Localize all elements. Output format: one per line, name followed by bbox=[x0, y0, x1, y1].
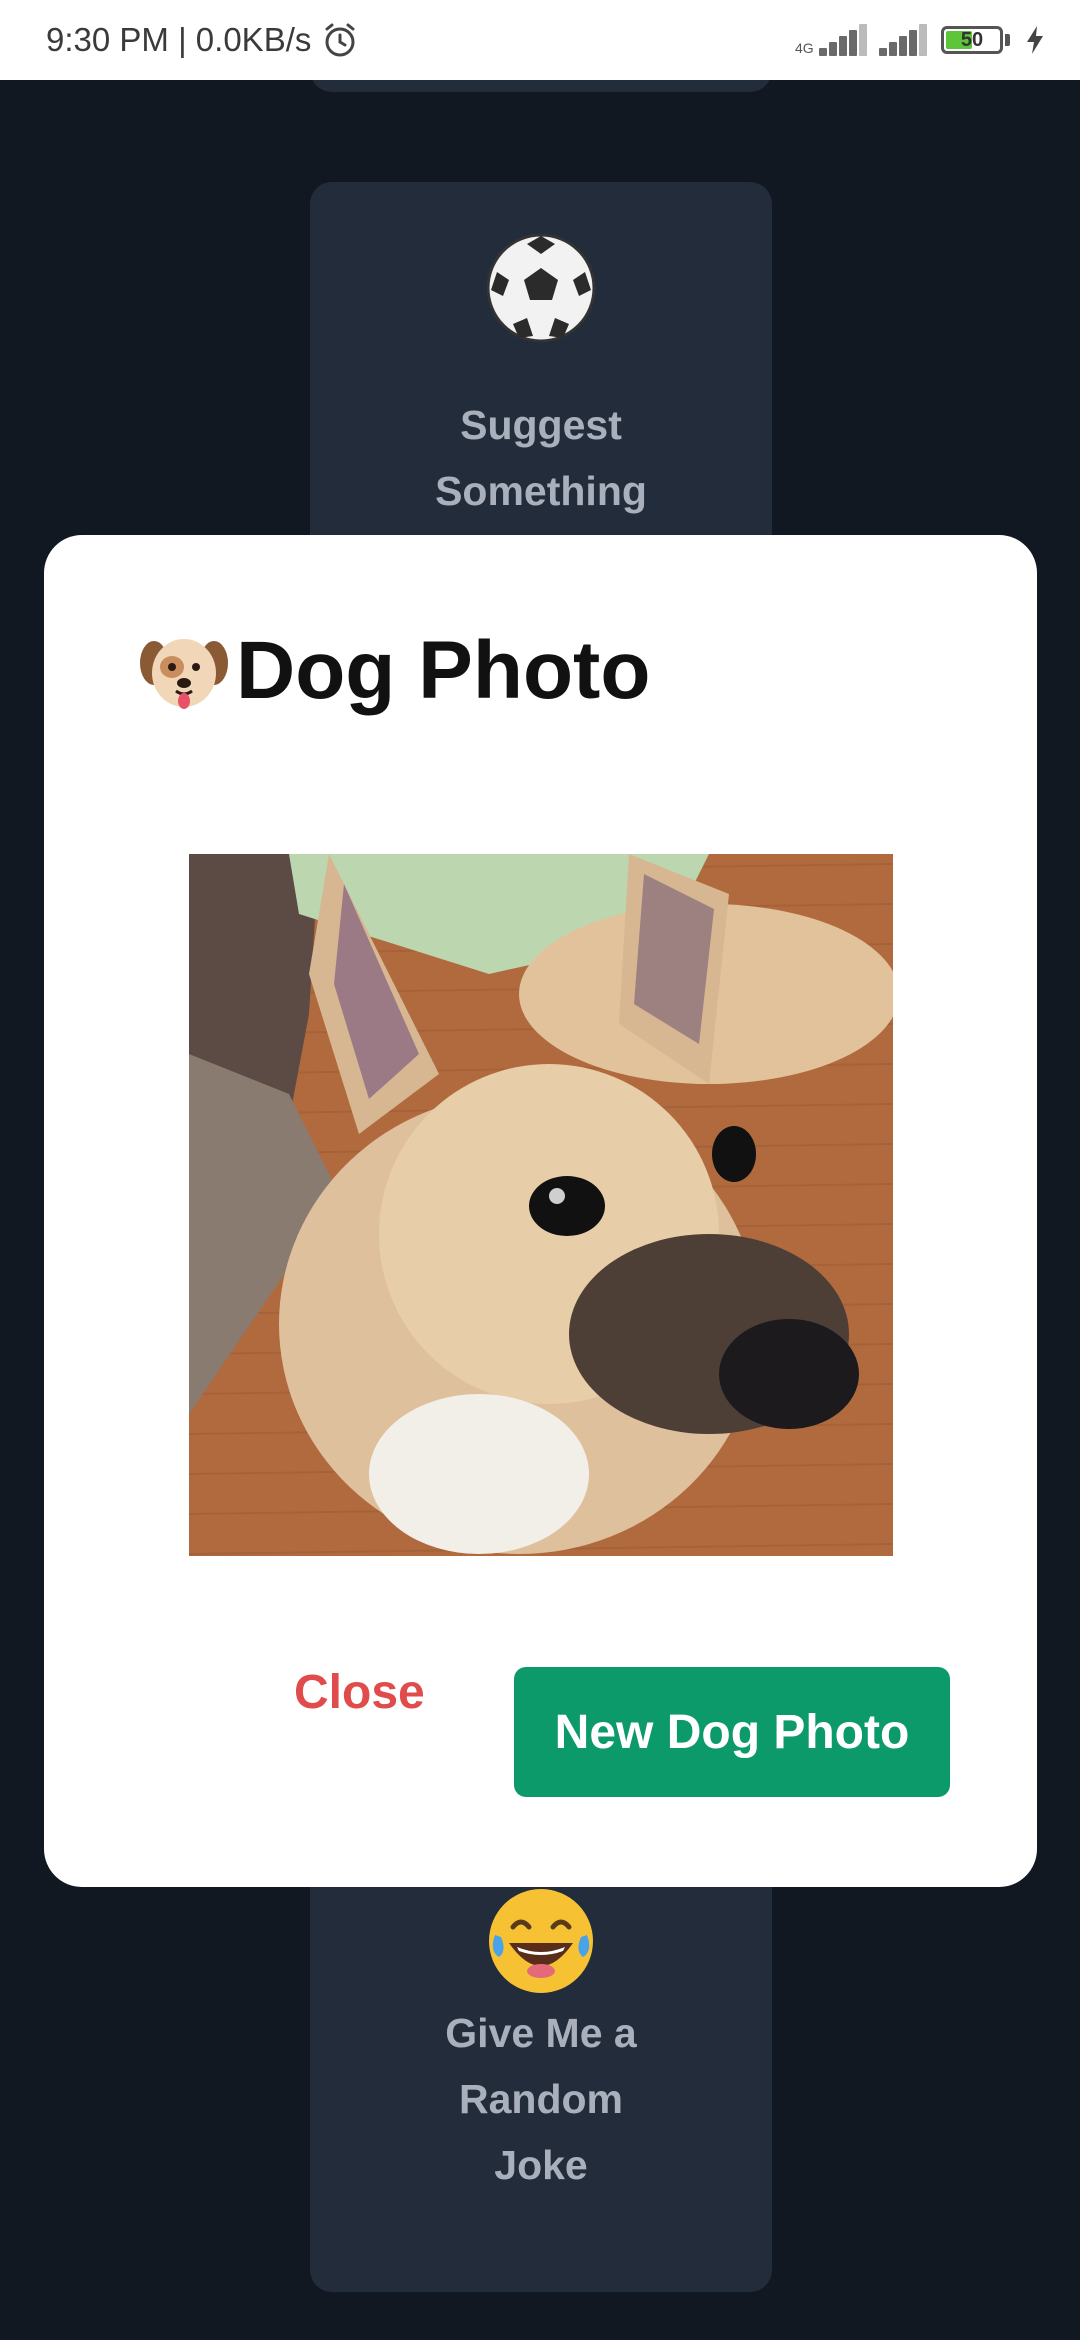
dog-photo-dialog: Dog Photo Close New Dog Photo bbox=[44, 535, 1037, 1887]
status-right: 4G 50 bbox=[795, 0, 1046, 80]
alarm-icon bbox=[325, 23, 355, 57]
status-bar: 9:30 PM | 0.0KB/s 4G 50 bbox=[0, 0, 1080, 80]
card-label-line: Joke bbox=[494, 2142, 588, 2188]
card-label-line: Give Me a bbox=[445, 2010, 637, 2056]
battery-level: 50 bbox=[960, 28, 984, 51]
battery-icon: 50 bbox=[941, 26, 1003, 54]
close-button[interactable]: Close bbox=[294, 1665, 425, 1720]
laughing-face-icon bbox=[310, 1885, 772, 2014]
dialog-title-text: Dog Photo bbox=[236, 625, 651, 716]
charging-bolt-icon bbox=[1027, 26, 1043, 54]
dog-face-icon bbox=[140, 639, 228, 709]
card-label-suggest: Suggest Something bbox=[350, 392, 732, 524]
battery-tip bbox=[1005, 34, 1010, 46]
signal-4g-icon: 4G bbox=[795, 22, 867, 58]
card-label-line: Random bbox=[459, 2076, 623, 2122]
status-left: 9:30 PM | 0.0KB/s bbox=[46, 0, 359, 80]
card-random-joke[interactable]: Give Me a Random Joke bbox=[310, 1840, 772, 2292]
dialog-title: Dog Photo bbox=[136, 623, 650, 719]
card-label-line: Suggest bbox=[460, 402, 622, 448]
network-type: 4G bbox=[795, 40, 814, 56]
status-time-speed: 9:30 PM | 0.0KB/s bbox=[46, 21, 312, 58]
card-label-joke: Give Me a Random Joke bbox=[350, 2000, 732, 2198]
signal-icon bbox=[877, 22, 927, 58]
soccer-ball-icon bbox=[310, 232, 772, 361]
dog-photo-image bbox=[189, 854, 893, 1556]
new-dog-photo-button[interactable]: New Dog Photo bbox=[514, 1667, 950, 1797]
card-label-line: Something bbox=[435, 468, 647, 514]
